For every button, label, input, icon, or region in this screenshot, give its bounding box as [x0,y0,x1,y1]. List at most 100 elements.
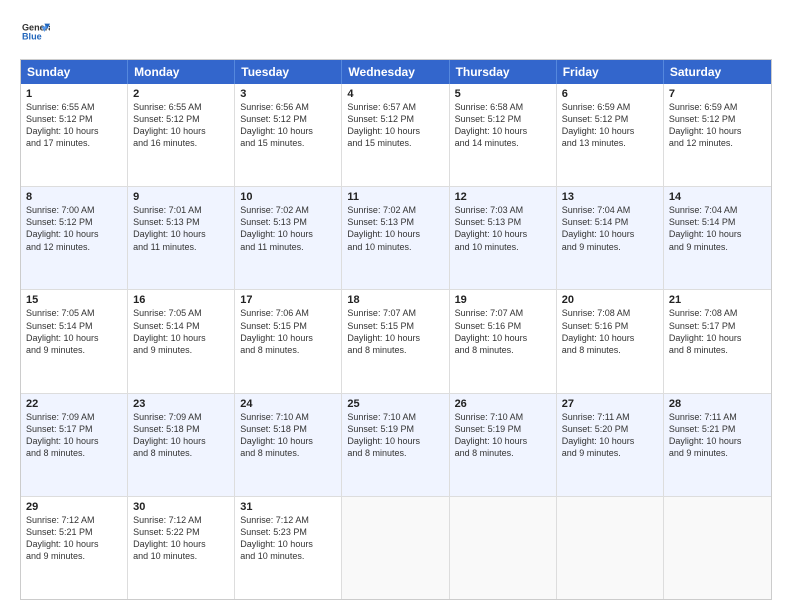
day-number: 19 [455,294,551,306]
day-info: Sunrise: 7:04 AM Sunset: 5:14 PM Dayligh… [669,204,766,253]
day-info: Sunrise: 7:02 AM Sunset: 5:13 PM Dayligh… [347,204,443,253]
day-info: Sunrise: 6:57 AM Sunset: 5:12 PM Dayligh… [347,101,443,150]
calendar-cell: 12Sunrise: 7:03 AM Sunset: 5:13 PM Dayli… [450,187,557,289]
day-number: 14 [669,191,766,203]
day-number: 27 [562,398,658,410]
day-info: Sunrise: 7:06 AM Sunset: 5:15 PM Dayligh… [240,307,336,356]
calendar-row-2: 8Sunrise: 7:00 AM Sunset: 5:12 PM Daylig… [21,186,771,289]
weekday-header-saturday: Saturday [664,60,771,84]
day-info: Sunrise: 7:07 AM Sunset: 5:15 PM Dayligh… [347,307,443,356]
calendar-cell: 30Sunrise: 7:12 AM Sunset: 5:22 PM Dayli… [128,497,235,599]
weekday-header-wednesday: Wednesday [342,60,449,84]
calendar-cell: 6Sunrise: 6:59 AM Sunset: 5:12 PM Daylig… [557,84,664,186]
day-info: Sunrise: 7:02 AM Sunset: 5:13 PM Dayligh… [240,204,336,253]
day-number: 25 [347,398,443,410]
calendar-cell: 23Sunrise: 7:09 AM Sunset: 5:18 PM Dayli… [128,394,235,496]
day-info: Sunrise: 7:12 AM Sunset: 5:23 PM Dayligh… [240,514,336,563]
calendar-cell: 13Sunrise: 7:04 AM Sunset: 5:14 PM Dayli… [557,187,664,289]
day-number: 6 [562,88,658,100]
day-info: Sunrise: 7:05 AM Sunset: 5:14 PM Dayligh… [133,307,229,356]
day-info: Sunrise: 7:10 AM Sunset: 5:18 PM Dayligh… [240,411,336,460]
logo: General Blue [20,18,50,51]
calendar-cell: 19Sunrise: 7:07 AM Sunset: 5:16 PM Dayli… [450,290,557,392]
calendar-body: 1 Sunrise: 6:55 AM Sunset: 5:12 PM Daylig… [21,84,771,599]
calendar-cell: 1Sunrise: 6:55 AM Sunset: 5:12 PM Daylig… [21,84,128,186]
day-number: 23 [133,398,229,410]
calendar-cell: 26Sunrise: 7:10 AM Sunset: 5:19 PM Dayli… [450,394,557,496]
calendar-cell: 20Sunrise: 7:08 AM Sunset: 5:16 PM Dayli… [557,290,664,392]
day-info: Sunrise: 6:58 AM Sunset: 5:12 PM Dayligh… [455,101,551,150]
calendar-cell: 10Sunrise: 7:02 AM Sunset: 5:13 PM Dayli… [235,187,342,289]
day-info: Sunrise: 7:05 AM Sunset: 5:14 PM Dayligh… [26,307,122,356]
calendar-cell: 5Sunrise: 6:58 AM Sunset: 5:12 PM Daylig… [450,84,557,186]
day-number: 21 [669,294,766,306]
svg-text:Blue: Blue [22,32,42,42]
calendar-cell: 27Sunrise: 7:11 AM Sunset: 5:20 PM Dayli… [557,394,664,496]
calendar-cell: 16Sunrise: 7:05 AM Sunset: 5:14 PM Dayli… [128,290,235,392]
day-info: Sunrise: 7:08 AM Sunset: 5:16 PM Dayligh… [562,307,658,356]
calendar-cell: 21Sunrise: 7:08 AM Sunset: 5:17 PM Dayli… [664,290,771,392]
day-info: Sunrise: 7:09 AM Sunset: 5:18 PM Dayligh… [133,411,229,460]
day-info: Sunrise: 6:59 AM Sunset: 5:12 PM Dayligh… [562,101,658,150]
day-number: 15 [26,294,122,306]
calendar-cell: 22Sunrise: 7:09 AM Sunset: 5:17 PM Dayli… [21,394,128,496]
calendar-cell: 31Sunrise: 7:12 AM Sunset: 5:23 PM Dayli… [235,497,342,599]
calendar-cell: 4Sunrise: 6:57 AM Sunset: 5:12 PM Daylig… [342,84,449,186]
day-info: Sunrise: 7:09 AM Sunset: 5:17 PM Dayligh… [26,411,122,460]
day-number: 2 [133,88,229,100]
calendar-cell: 8Sunrise: 7:00 AM Sunset: 5:12 PM Daylig… [21,187,128,289]
day-info: Sunrise: 7:03 AM Sunset: 5:13 PM Dayligh… [455,204,551,253]
day-number: 30 [133,501,229,513]
calendar-cell: 28Sunrise: 7:11 AM Sunset: 5:21 PM Dayli… [664,394,771,496]
calendar-cell: 7Sunrise: 6:59 AM Sunset: 5:12 PM Daylig… [664,84,771,186]
calendar-cell [450,497,557,599]
day-info: Sunrise: 7:10 AM Sunset: 5:19 PM Dayligh… [347,411,443,460]
day-number: 11 [347,191,443,203]
calendar-cell: 18Sunrise: 7:07 AM Sunset: 5:15 PM Dayli… [342,290,449,392]
page: General Blue SundayMondayTuesdayWednesda… [0,0,792,612]
day-number: 4 [347,88,443,100]
day-number: 13 [562,191,658,203]
logo-icon: General Blue [22,18,50,46]
day-number: 3 [240,88,336,100]
day-number: 24 [240,398,336,410]
day-number: 16 [133,294,229,306]
weekday-header-sunday: Sunday [21,60,128,84]
weekday-header-tuesday: Tuesday [235,60,342,84]
weekday-header-friday: Friday [557,60,664,84]
header: General Blue [20,18,772,51]
day-number: 12 [455,191,551,203]
calendar-row-3: 15Sunrise: 7:05 AM Sunset: 5:14 PM Dayli… [21,289,771,392]
day-info: Sunrise: 6:55 AM Sunset: 5:12 PM Dayligh… [133,101,229,150]
day-number: 29 [26,501,122,513]
day-info: Sunrise: 7:04 AM Sunset: 5:14 PM Dayligh… [562,204,658,253]
weekday-header-thursday: Thursday [450,60,557,84]
day-info: Sunrise: 7:12 AM Sunset: 5:22 PM Dayligh… [133,514,229,563]
calendar-header: SundayMondayTuesdayWednesdayThursdayFrid… [21,60,771,84]
day-number: 28 [669,398,766,410]
day-number: 9 [133,191,229,203]
calendar-cell: 24Sunrise: 7:10 AM Sunset: 5:18 PM Dayli… [235,394,342,496]
day-number: 20 [562,294,658,306]
calendar-row-1: 1 Sunrise: 6:55 AM Sunset: 5:12 PM Daylig… [21,84,771,186]
day-number: 10 [240,191,336,203]
day-info: Sunrise: 7:08 AM Sunset: 5:17 PM Dayligh… [669,307,766,356]
day-info: Sunrise: 7:01 AM Sunset: 5:13 PM Dayligh… [133,204,229,253]
calendar-row-4: 22Sunrise: 7:09 AM Sunset: 5:17 PM Dayli… [21,393,771,496]
day-number: 1 [26,88,122,100]
calendar-row-5: 29Sunrise: 7:12 AM Sunset: 5:21 PM Dayli… [21,496,771,599]
day-number: 5 [455,88,551,100]
calendar-cell: 25Sunrise: 7:10 AM Sunset: 5:19 PM Dayli… [342,394,449,496]
calendar-cell: 29Sunrise: 7:12 AM Sunset: 5:21 PM Dayli… [21,497,128,599]
calendar-cell [342,497,449,599]
calendar-cell: 11Sunrise: 7:02 AM Sunset: 5:13 PM Dayli… [342,187,449,289]
day-info: Sunrise: 7:00 AM Sunset: 5:12 PM Dayligh… [26,204,122,253]
day-info: Sunrise: 7:11 AM Sunset: 5:21 PM Dayligh… [669,411,766,460]
calendar-cell: 9Sunrise: 7:01 AM Sunset: 5:13 PM Daylig… [128,187,235,289]
day-info: Sunrise: 6:59 AM Sunset: 5:12 PM Dayligh… [669,101,766,150]
weekday-header-monday: Monday [128,60,235,84]
day-number: 26 [455,398,551,410]
calendar-cell [557,497,664,599]
day-info: Sunrise: 7:07 AM Sunset: 5:16 PM Dayligh… [455,307,551,356]
calendar-cell: 17Sunrise: 7:06 AM Sunset: 5:15 PM Dayli… [235,290,342,392]
